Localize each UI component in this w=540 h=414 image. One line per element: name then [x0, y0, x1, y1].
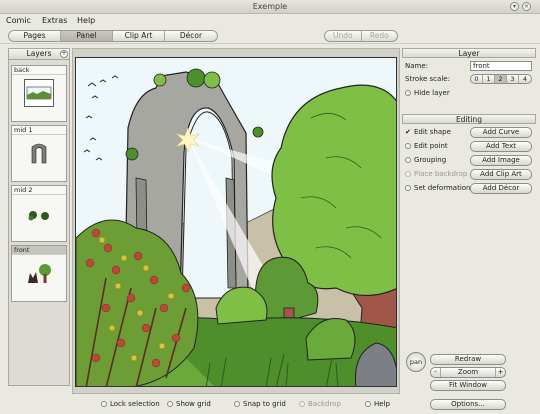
lock-selection-label: Lock selection: [110, 400, 160, 408]
mode-place-backdrop[interactable]: Place backdrop: [414, 170, 467, 178]
mode-tabs: Pages Panel Clip Art Décor: [8, 30, 218, 42]
options-button[interactable]: Options...: [430, 399, 506, 410]
snap-to-grid-checkbox[interactable]: [234, 401, 240, 407]
add-text-button[interactable]: Add Text: [470, 141, 532, 152]
redo-button[interactable]: Redo: [362, 31, 398, 41]
pan-control[interactable]: pan: [406, 352, 426, 372]
editing-section-header: Editing: [402, 114, 536, 124]
layer-label: mid 2: [12, 186, 66, 195]
stroke-option-3[interactable]: 3: [507, 75, 519, 83]
layer-thumbnail: [24, 259, 54, 287]
layer-name-input[interactable]: front: [470, 61, 532, 71]
layers-panel: Layers + back mid 1 mid 2 front: [8, 48, 70, 386]
comic-canvas[interactable]: [75, 57, 397, 387]
menu-extras[interactable]: Extras: [42, 16, 67, 25]
stroke-scale-selector: 0 1 2 3 4: [470, 74, 532, 84]
tab-decor[interactable]: Décor: [165, 31, 217, 41]
mode-set-deformation[interactable]: Set deformation: [414, 184, 471, 192]
hide-layer-checkbox[interactable]: [405, 90, 411, 96]
minimize-icon[interactable]: ▾: [510, 2, 519, 11]
stroke-option-0[interactable]: 0: [471, 75, 483, 83]
status-bar: Lock selection Show grid Snap to grid Ba…: [0, 396, 540, 414]
mode-grouping[interactable]: Grouping: [414, 156, 446, 164]
mode-edit-point-radio[interactable]: [405, 143, 411, 149]
show-grid-checkbox[interactable]: [167, 401, 173, 407]
add-image-button[interactable]: Add Image: [470, 155, 532, 166]
fit-window-button[interactable]: Fit Window: [430, 380, 506, 391]
mode-edit-point[interactable]: Edit point: [414, 142, 448, 150]
edit-shape-check-icon: ✔: [405, 128, 411, 136]
mode-edit-shape[interactable]: Edit shape: [414, 128, 451, 136]
layer-item-mid-1[interactable]: mid 1: [11, 125, 67, 182]
help-label: Help: [374, 400, 390, 408]
close-icon[interactable]: ×: [522, 2, 531, 11]
menu-comic[interactable]: Comic: [6, 16, 31, 25]
mode-place-backdrop-radio[interactable]: [405, 171, 411, 177]
show-grid-label: Show grid: [176, 400, 211, 408]
redraw-button[interactable]: Redraw: [430, 354, 506, 365]
name-label: Name:: [405, 62, 429, 70]
zoom-in-button[interactable]: +: [495, 368, 505, 377]
layer-thumbnail: [24, 139, 54, 167]
lock-selection-checkbox[interactable]: [101, 401, 107, 407]
layer-item-mid-2[interactable]: mid 2: [11, 185, 67, 242]
layer-label: front: [12, 246, 66, 255]
layer-label: back: [12, 66, 66, 75]
add-decor-button[interactable]: Add Décor: [470, 183, 532, 194]
add-curve-button[interactable]: Add Curve: [470, 127, 532, 138]
layer-item-front[interactable]: front: [11, 245, 67, 302]
tab-panel[interactable]: Panel: [61, 31, 113, 41]
backdrop-label: Backdrop: [308, 400, 341, 408]
stroke-option-2[interactable]: 2: [495, 75, 507, 83]
tab-pages[interactable]: Pages: [9, 31, 61, 41]
layers-title: Layers: [26, 49, 52, 58]
menu-bar: Comic Extras Help: [0, 14, 540, 28]
layer-thumbnail: [24, 79, 54, 107]
scene-illustration: [76, 58, 396, 386]
title-bar: Exemple ▾ ×: [0, 0, 540, 14]
layer-item-back[interactable]: back: [11, 65, 67, 122]
mode-grouping-radio[interactable]: [405, 157, 411, 163]
menu-help[interactable]: Help: [77, 16, 95, 25]
undo-redo-group: Undo Redo: [324, 30, 398, 42]
layers-header: Layers +: [9, 49, 69, 60]
help-checkbox[interactable]: [365, 401, 371, 407]
add-layer-button[interactable]: +: [60, 50, 68, 58]
mode-set-deformation-radio[interactable]: [405, 185, 411, 191]
toolbar: Pages Panel Clip Art Décor Undo Redo: [0, 28, 540, 44]
hide-layer-label: Hide layer: [414, 89, 450, 97]
stroke-option-1[interactable]: 1: [483, 75, 495, 83]
zoom-label: Zoom: [457, 368, 479, 376]
zoom-out-button[interactable]: -: [431, 368, 441, 377]
zoom-control: - Zoom +: [430, 367, 506, 378]
window-title: Exemple: [252, 2, 288, 11]
undo-button[interactable]: Undo: [325, 31, 362, 41]
tab-clip-art[interactable]: Clip Art: [113, 31, 165, 41]
add-clip-art-button[interactable]: Add Clip Art: [470, 169, 532, 180]
backdrop-checkbox[interactable]: [299, 401, 305, 407]
snap-to-grid-label: Snap to grid: [243, 400, 286, 408]
layer-section-header: Layer: [402, 48, 536, 58]
layer-thumbnail: [24, 199, 54, 227]
layer-label: mid 1: [12, 126, 66, 135]
stroke-scale-label: Stroke scale:: [405, 75, 450, 83]
stroke-option-4[interactable]: 4: [519, 75, 531, 83]
